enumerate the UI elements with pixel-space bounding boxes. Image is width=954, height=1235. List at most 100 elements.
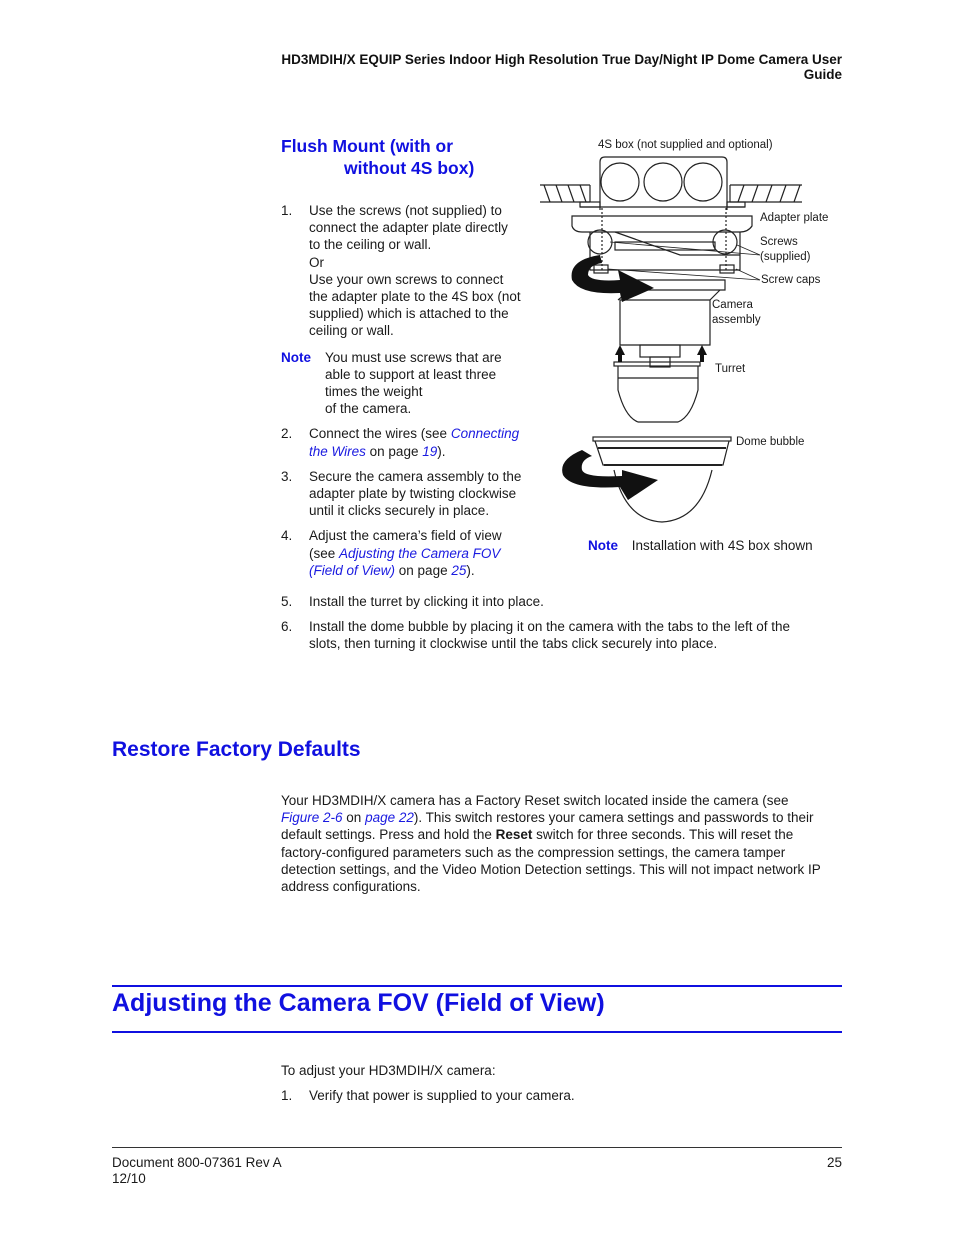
step-2: 2. Connect the wires (see Connecting the… [281,425,541,459]
label-camera-line2: assembly [712,314,761,326]
arrow-up-left [615,345,625,362]
label-screws: Screws (supplied) [760,235,811,265]
link-connecting-the-wires[interactable]: Connecting [451,426,519,441]
fov-intro-text: To adjust your HD3MDIH/X camera: [281,1063,496,1078]
flush-mount-steps-wide: 5. Install the turret by clicking it int… [281,593,851,653]
note-text: able to support at least three [325,366,497,382]
step-text: supplied) which is attached to the [309,306,509,322]
fov-step-1: 1. Verify that power is supplied to your… [281,1087,851,1104]
step-number: 1. [281,1088,293,1104]
flush-mount-steps: 1. Use the screws (not supplied) to conn… [281,202,541,579]
link-page-22[interactable]: page 22 [365,810,414,825]
link-adjusting-fov[interactable]: Adjusting the Camera FOV [339,546,500,561]
step-text: ceiling or wall. [309,323,394,339]
step-text: Or [309,254,324,270]
step-text: on page [395,562,452,578]
step-text: Adjust the camera’s field of view [309,528,502,544]
step-number: 5. [281,594,293,609]
link-page-19[interactable]: 19 [422,444,437,459]
step-text: on page [365,443,423,459]
paragraph-line: detection settings, and the Video Motion… [281,861,821,877]
restore-defaults-paragraph: Your HD3MDIH/X camera has a Factory Rese… [281,792,851,895]
step-text: the adapter plate to the 4S box (not [309,289,521,305]
step-text: slots, then turning it clockwise until t… [309,636,718,652]
adjusting-fov-heading: Adjusting the Camera FOV (Field of View) [112,989,605,1017]
step-text: to the ceiling or wall. [309,237,432,253]
step-number: 1. [281,203,293,218]
step-number: 2. [281,426,293,442]
installation-diagram [540,156,802,523]
step-text: Install the dome bubble by placing it on… [309,619,791,635]
note-screws: Note You must use screws that are able t… [281,349,541,418]
restore-defaults-heading: Restore Factory Defaults [112,738,361,761]
paragraph-text: default settings. Press and hold the [281,827,496,843]
flush-mount-heading: Flush Mount (with or without 4S box) [281,135,474,179]
link-connecting-the-wires-cont[interactable]: the Wires [309,444,366,459]
label-screws-line1: Screws [760,236,798,248]
step-4: 4. Adjust the camera’s field of view (se… [281,527,541,579]
step-text: Use the screws (not supplied) to [309,203,502,218]
turret-rim [613,361,701,367]
ceiling-right [729,184,802,203]
flush-mount-heading-line1: Flush Mount (with or [281,136,454,156]
reset-term: Reset [495,827,533,843]
paragraph-line: factory-configured parameters such as th… [281,844,786,860]
label-screws-line2: (supplied) [760,251,811,263]
paragraph-text: ). This switch restores your camera sett… [413,810,814,826]
footer-rule [112,1147,842,1148]
note-text: You must use screws that are [325,349,502,365]
step-1: 1. Use the screws (not supplied) to conn… [281,202,541,340]
step-5: 5. Install the turret by clicking it int… [281,593,851,610]
step-text: Use your own screws to connect [309,271,504,287]
step-number: 6. [281,619,293,635]
step-6: 6. Install the dome bubble by placing it… [281,618,851,652]
fov-intro: To adjust your HD3MDIH/X camera: 1. Veri… [281,1062,851,1104]
step-text: until it clicks securely in place. [309,503,490,519]
paragraph-line: address configurations. [281,879,421,895]
rotate-arrow-top [571,255,654,302]
step-text: Secure the camera assembly to the [309,468,522,484]
turret [617,366,699,423]
step-text: Connect the wires (see [309,426,451,442]
footer-left: Document 800-07361 Rev A 12/10 [112,1155,282,1187]
label-screw-caps: Screw caps [761,274,821,286]
step-3: 3. Secure the camera assembly to the ada… [281,468,541,520]
dome-rim [592,436,732,442]
step-text: connect the adapter plate directly [309,220,508,236]
step-text: adapter plate by twisting clockwise [309,486,517,502]
step-number: 3. [281,468,293,484]
figure-note-label: Note [588,538,618,553]
arrow-up-right [697,345,707,362]
note-text: of the camera. [325,401,412,417]
paragraph-text: switch for three seconds. This will rese… [532,827,794,843]
rotate-arrow-bottom [562,450,658,500]
section-rule-top [112,985,842,987]
step-text: (see [309,545,340,561]
paragraph-text: on [342,810,366,826]
link-page-25[interactable]: 25 [451,563,466,578]
link-adjusting-fov-cont[interactable]: (Field of View) [309,563,395,578]
label-camera-assembly: Camera assembly [712,298,761,328]
step-text: Verify that power is supplied to your ca… [309,1088,575,1104]
step-text: Install the turret by clicking it into p… [309,594,544,609]
figure-note: Note Installation with 4S box shown [588,537,813,554]
document-number: Document 800-07361 Rev A [112,1155,282,1170]
4s-box [599,156,728,210]
note-label: Note [281,349,311,365]
running-header: HD3MDIH/X EQUIP Series Indoor High Resol… [281,52,842,82]
flush-mount-heading-line2: without 4S box) [344,158,475,178]
installation-figure: 4S box (not supplied and optional) Adapt… [530,130,850,530]
label-dome-bubble: Dome bubble [736,436,805,448]
page-number: 25 [826,1155,842,1170]
note-text: times the weight [325,384,423,400]
label-adapter-plate: Adapter plate [760,212,829,224]
link-figure-2-6[interactable]: Figure 2-6 [281,810,343,825]
section-rule-bottom [112,1031,842,1033]
figure-note-text: Installation with 4S box shown [631,538,813,553]
label-turret: Turret [715,363,746,375]
label-camera-line1: Camera [712,299,753,311]
step-text: ). [466,562,475,578]
ceiling-left [540,184,591,203]
label-4s-box: 4S box (not supplied and optional) [598,139,773,151]
document-date: 12/10 [112,1171,146,1186]
